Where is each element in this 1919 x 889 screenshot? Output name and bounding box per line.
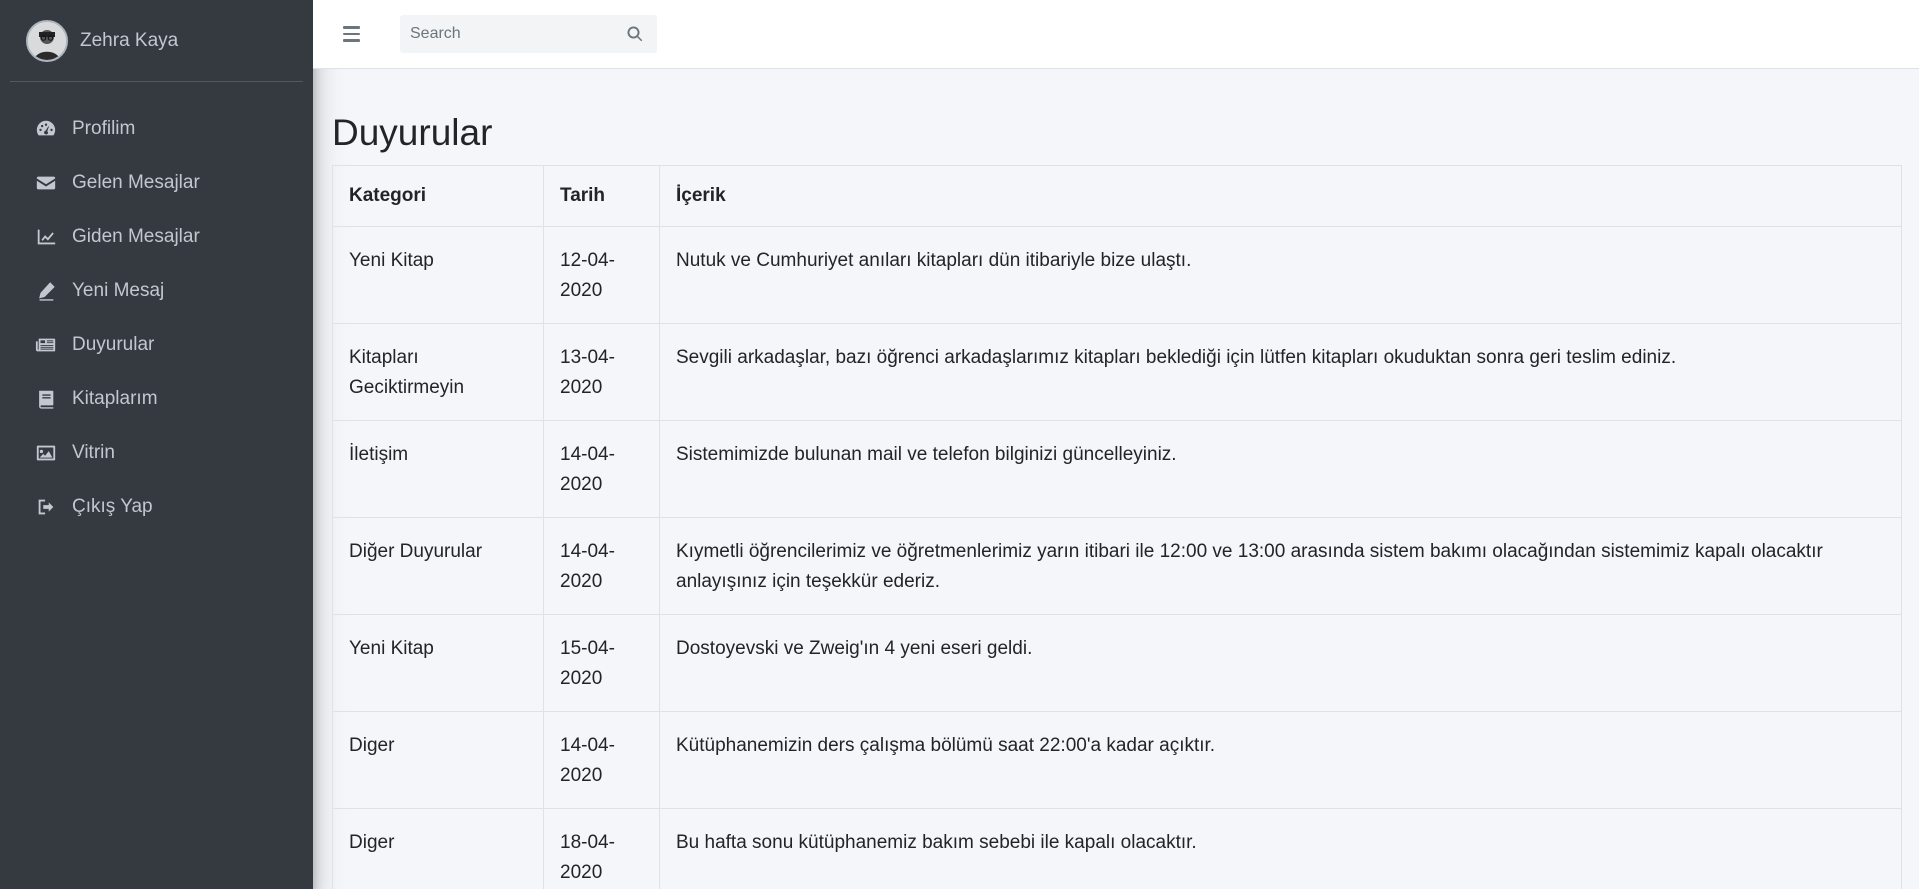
search-box [400,15,657,53]
menu-toggle-icon[interactable] [343,22,367,46]
sidebar-item-duyurular[interactable]: Duyurular [0,318,313,372]
search-input[interactable] [400,15,615,53]
sidebar: Zehra Kaya Profilim Gelen Mesajlar Giden… [0,0,313,889]
cell-kategori: Yeni Kitap [332,226,544,324]
cell-tarih: 18-04-2020 [543,808,660,889]
cell-kategori: Kitapları Geciktirmeyin [332,323,544,421]
main-content: Duyurular Kategori Tarih İçerik Yeni Kit… [332,108,1902,889]
top-navbar [313,0,1919,69]
table-row: İletişim 14-04-2020 Sistemimizde bulunan… [332,420,1902,518]
image-icon [34,441,58,465]
newspaper-icon [34,333,58,357]
hamburger-line [343,32,360,36]
column-header-icerik: İçerik [659,165,1902,227]
column-header-kategori: Kategori [332,165,544,227]
cell-tarih: 14-04-2020 [543,711,660,809]
cell-icerik: Nutuk ve Cumhuriyet anıları kitapları dü… [659,226,1902,324]
announcements-table: Kategori Tarih İçerik Yeni Kitap 12-04-2… [332,165,1902,889]
sidebar-item-label: Çıkış Yap [72,496,153,517]
cell-tarih: 13-04-2020 [543,323,660,421]
table-header-row: Kategori Tarih İçerik [332,165,1902,227]
search-icon [627,26,643,42]
cell-icerik: Dostoyevski ve Zweig'ın 4 yeni eseri gel… [659,614,1902,712]
sidebar-item-kitaplarim[interactable]: Kitaplarım [0,372,313,426]
hamburger-line [343,26,360,29]
cell-icerik: Sistemimizde bulunan mail ve telefon bil… [659,420,1902,518]
cell-icerik: Sevgili arkadaşlar, bazı öğrenci arkadaş… [659,323,1902,421]
cell-tarih: 14-04-2020 [543,420,660,518]
user-panel[interactable]: Zehra Kaya [10,0,303,82]
sidebar-item-label: Vitrin [72,442,115,463]
cell-kategori: Yeni Kitap [332,614,544,712]
avatar[interactable] [26,19,68,62]
tachometer-icon [34,117,58,141]
sidebar-item-gelen-mesajlar[interactable]: Gelen Mesajlar [0,156,313,210]
cell-tarih: 12-04-2020 [543,226,660,324]
table-row: Diger 14-04-2020 Kütüphanemizin ders çal… [332,711,1902,809]
sidebar-item-cikis-yap[interactable]: Çıkış Yap [0,480,313,534]
sidebar-item-profilim[interactable]: Profilim [0,102,313,156]
sidebar-item-giden-mesajlar[interactable]: Giden Mesajlar [0,210,313,264]
table-row: Yeni Kitap 15-04-2020 Dostoyevski ve Zwe… [332,614,1902,712]
cell-kategori: İletişim [332,420,544,518]
table-row: Diger 18-04-2020 Bu hafta sonu kütüphane… [332,808,1902,889]
cell-kategori: Diger [332,808,544,889]
cell-kategori: Diğer Duyurular [332,517,544,615]
sidebar-item-label: Yeni Mesaj [72,280,165,301]
column-header-tarih: Tarih [543,165,660,227]
pen-icon [34,279,58,303]
sidebar-item-vitrin[interactable]: Vitrin [0,426,313,480]
sidebar-item-yeni-mesaj[interactable]: Yeni Mesaj [0,264,313,318]
page-title: Duyurular [332,112,493,153]
sidebar-item-label: Gelen Mesajlar [72,172,200,193]
book-icon [34,387,58,411]
table-row: Diğer Duyurular 14-04-2020 Kıymetli öğre… [332,517,1902,615]
sidebar-item-label: Profilim [72,118,136,139]
chart-line-icon [34,225,58,249]
sidebar-nav: Profilim Gelen Mesajlar Giden Mesajlar Y… [0,82,313,534]
cell-tarih: 14-04-2020 [543,517,660,615]
sidebar-item-label: Kitaplarım [72,388,158,409]
user-name[interactable]: Zehra Kaya [80,30,178,52]
envelope-icon [34,171,58,195]
table-row: Kitapları Geciktirmeyin 13-04-2020 Sevgi… [332,323,1902,421]
cell-icerik: Kıymetli öğrencilerimiz ve öğretmenlerim… [659,517,1902,615]
hamburger-line [343,39,360,42]
cell-kategori: Diger [332,711,544,809]
search-button[interactable] [615,15,655,53]
sign-out-icon [34,495,58,519]
table-row: Yeni Kitap 12-04-2020 Nutuk ve Cumhuriye… [332,226,1902,324]
cell-tarih: 15-04-2020 [543,614,660,712]
sidebar-item-label: Duyurular [72,334,155,355]
cell-icerik: Bu hafta sonu kütüphanemiz bakım sebebi … [659,808,1902,889]
sidebar-item-label: Giden Mesajlar [72,226,200,247]
cell-icerik: Kütüphanemizin ders çalışma bölümü saat … [659,711,1902,809]
